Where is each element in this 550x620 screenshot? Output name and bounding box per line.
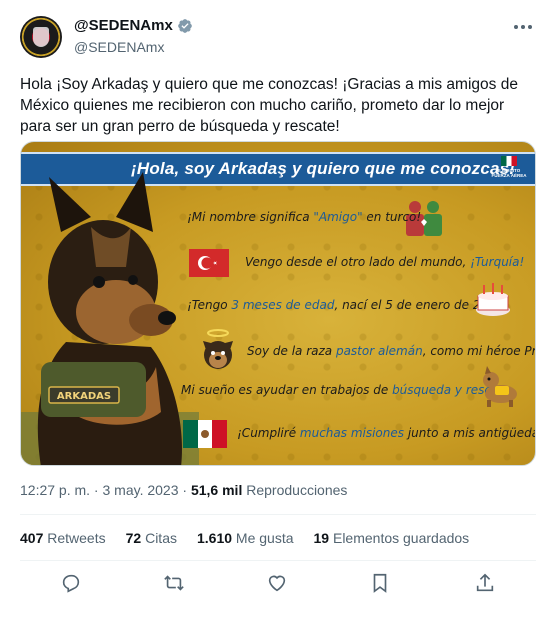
tweet-time[interactable]: 12:27 p. m. <box>20 482 90 498</box>
verified-badge-icon <box>177 18 192 33</box>
author-handle[interactable]: @SEDENAmx <box>74 39 164 55</box>
tweet-meta: 12:27 p. m. · 3 may. 2023 · 51,6 mil Rep… <box>20 482 348 498</box>
tweet-date[interactable]: 3 may. 2023 <box>103 482 179 498</box>
tweet-text: Hola ¡Soy Arkadaş y quiero que me conozc… <box>20 76 518 135</box>
author-name-row: @SEDENAmx <box>74 17 193 34</box>
fact-name-meaning: ¡Mi nombre significa "Amigo" en turco! <box>187 210 422 224</box>
fact-missions: ¡Cumpliré muchas misiones junto a mis an… <box>237 426 535 440</box>
retweet-icon[interactable] <box>163 572 187 596</box>
sedena-logo-icon: EJÉRCITO FUERZA AÉREA <box>489 154 529 186</box>
reply-icon[interactable] <box>60 572 84 596</box>
views-label: Reproducciones <box>246 482 348 498</box>
tweet: @SEDENAmx @SEDENAmx Hola ¡Soy Arkadaş y … <box>0 0 550 620</box>
bookmarks-stat[interactable]: 19 Elementos guardados <box>314 530 470 546</box>
share-icon[interactable] <box>474 572 498 596</box>
divider <box>20 560 536 561</box>
fact-dream: Mi sueño es ayudar en trabajos de búsque… <box>181 383 514 397</box>
retweets-stat[interactable]: 407 Retweets <box>20 530 106 546</box>
collar-label: ARKADAS <box>57 391 111 402</box>
action-bar <box>20 566 536 602</box>
quotes-stat[interactable]: 72 Citas <box>126 530 177 546</box>
birthday-cake-icon <box>476 283 510 316</box>
puppy-illustration: ARKADAS <box>21 172 199 465</box>
more-options-icon[interactable] <box>512 18 534 36</box>
like-icon[interactable] <box>266 572 290 596</box>
mexico-flag-icon <box>183 420 227 448</box>
tweet-stats: 407 Retweets 72 Citas 1.610 Me gusta 19 … <box>20 530 489 546</box>
views-count: 51,6 mil <box>190 482 243 498</box>
avatar[interactable] <box>20 16 62 58</box>
fact-age: ¡Tengo 3 meses de edad, nací el 5 de ene… <box>187 298 509 312</box>
shepherd-dog-icon <box>203 329 233 369</box>
bookmark-icon[interactable] <box>369 572 393 596</box>
likes-stat[interactable]: 1.610 Me gusta <box>197 530 294 546</box>
divider <box>20 514 536 515</box>
rescue-dog-icon <box>483 366 517 407</box>
turkey-flag-icon <box>189 249 229 277</box>
display-name[interactable]: @SEDENAmx <box>74 17 173 34</box>
tweet-media-image[interactable]: ¡Hola, soy Arkadaş y quiero que me conoz… <box>20 141 536 466</box>
fact-breed: Soy de la raza pastor alemán, como mi hé… <box>247 344 535 358</box>
fact-origin: Vengo desde el otro lado del mundo, ¡Tur… <box>245 255 525 269</box>
